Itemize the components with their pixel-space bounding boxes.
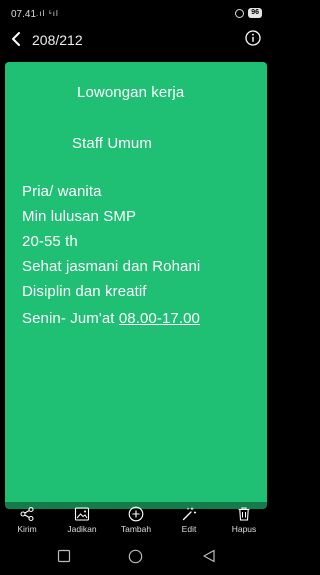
image-frame-icon <box>74 507 90 521</box>
info-icon <box>245 30 261 46</box>
add-label: Tambah <box>120 524 152 534</box>
requirement-item: Sehat jasmani dan Rohani <box>22 258 201 275</box>
photo-image[interactable]: Lowongan kerja Staff Umum Pria/ wanita M… <box>5 62 267 509</box>
requirement-item: 20-55 th <box>22 233 78 250</box>
battery-icon: 96 <box>248 8 262 18</box>
trash-icon <box>238 507 250 521</box>
home-button[interactable] <box>128 549 143 569</box>
share-button[interactable]: Kirim <box>2 506 52 534</box>
requirement-item: Disiplin dan kreatif <box>22 283 147 300</box>
set-as-label: Jadikan <box>67 524 97 534</box>
schedule-hours: 08.00-17.00 <box>118 310 200 327</box>
viewer-header: 208/212 <box>0 26 272 54</box>
back-nav-button[interactable] <box>202 549 216 568</box>
requirement-item: Min lulusan SMP <box>22 208 137 225</box>
share-label: Kirim <box>17 524 37 534</box>
recent-apps-button[interactable] <box>57 549 71 568</box>
status-bar: 07.41 .ıl ⁵ıl 96 <box>0 0 272 26</box>
edit-label: Edit <box>181 524 197 534</box>
add-button[interactable]: Tambah <box>111 506 161 534</box>
chevron-left-icon <box>12 32 20 46</box>
triangle-back-icon <box>203 549 215 563</box>
photo-toolbar: Kirim Jadikan Tambah Edit Hapus <box>0 502 272 540</box>
share-icon <box>20 506 34 522</box>
poster-heading: Lowongan kerja <box>77 84 185 101</box>
signal-icon: .ıl ⁵ıl <box>36 9 59 18</box>
navigation-bar <box>0 540 272 575</box>
delete-button[interactable]: Hapus <box>219 506 269 534</box>
plus-circle-icon <box>128 506 144 522</box>
status-time: 07.41 <box>11 9 37 20</box>
info-button[interactable] <box>245 30 261 46</box>
delete-label: Hapus <box>231 524 257 534</box>
square-icon <box>57 549 71 563</box>
schedule-days: Senin- Jum'at <box>22 310 119 327</box>
dnd-icon <box>235 8 245 18</box>
requirement-item: Pria/ wanita <box>22 183 102 200</box>
schedule-line: Senin- Jum'at 08.00-17.00 <box>22 310 200 327</box>
back-button[interactable] <box>8 29 26 49</box>
circle-icon <box>128 549 143 564</box>
image-counter: 208/212 <box>32 32 83 48</box>
set-as-button[interactable]: Jadikan <box>57 506 107 534</box>
edit-button[interactable]: Edit <box>164 506 214 534</box>
magic-wand-icon <box>182 507 196 521</box>
poster-position: Staff Umum <box>72 135 152 152</box>
